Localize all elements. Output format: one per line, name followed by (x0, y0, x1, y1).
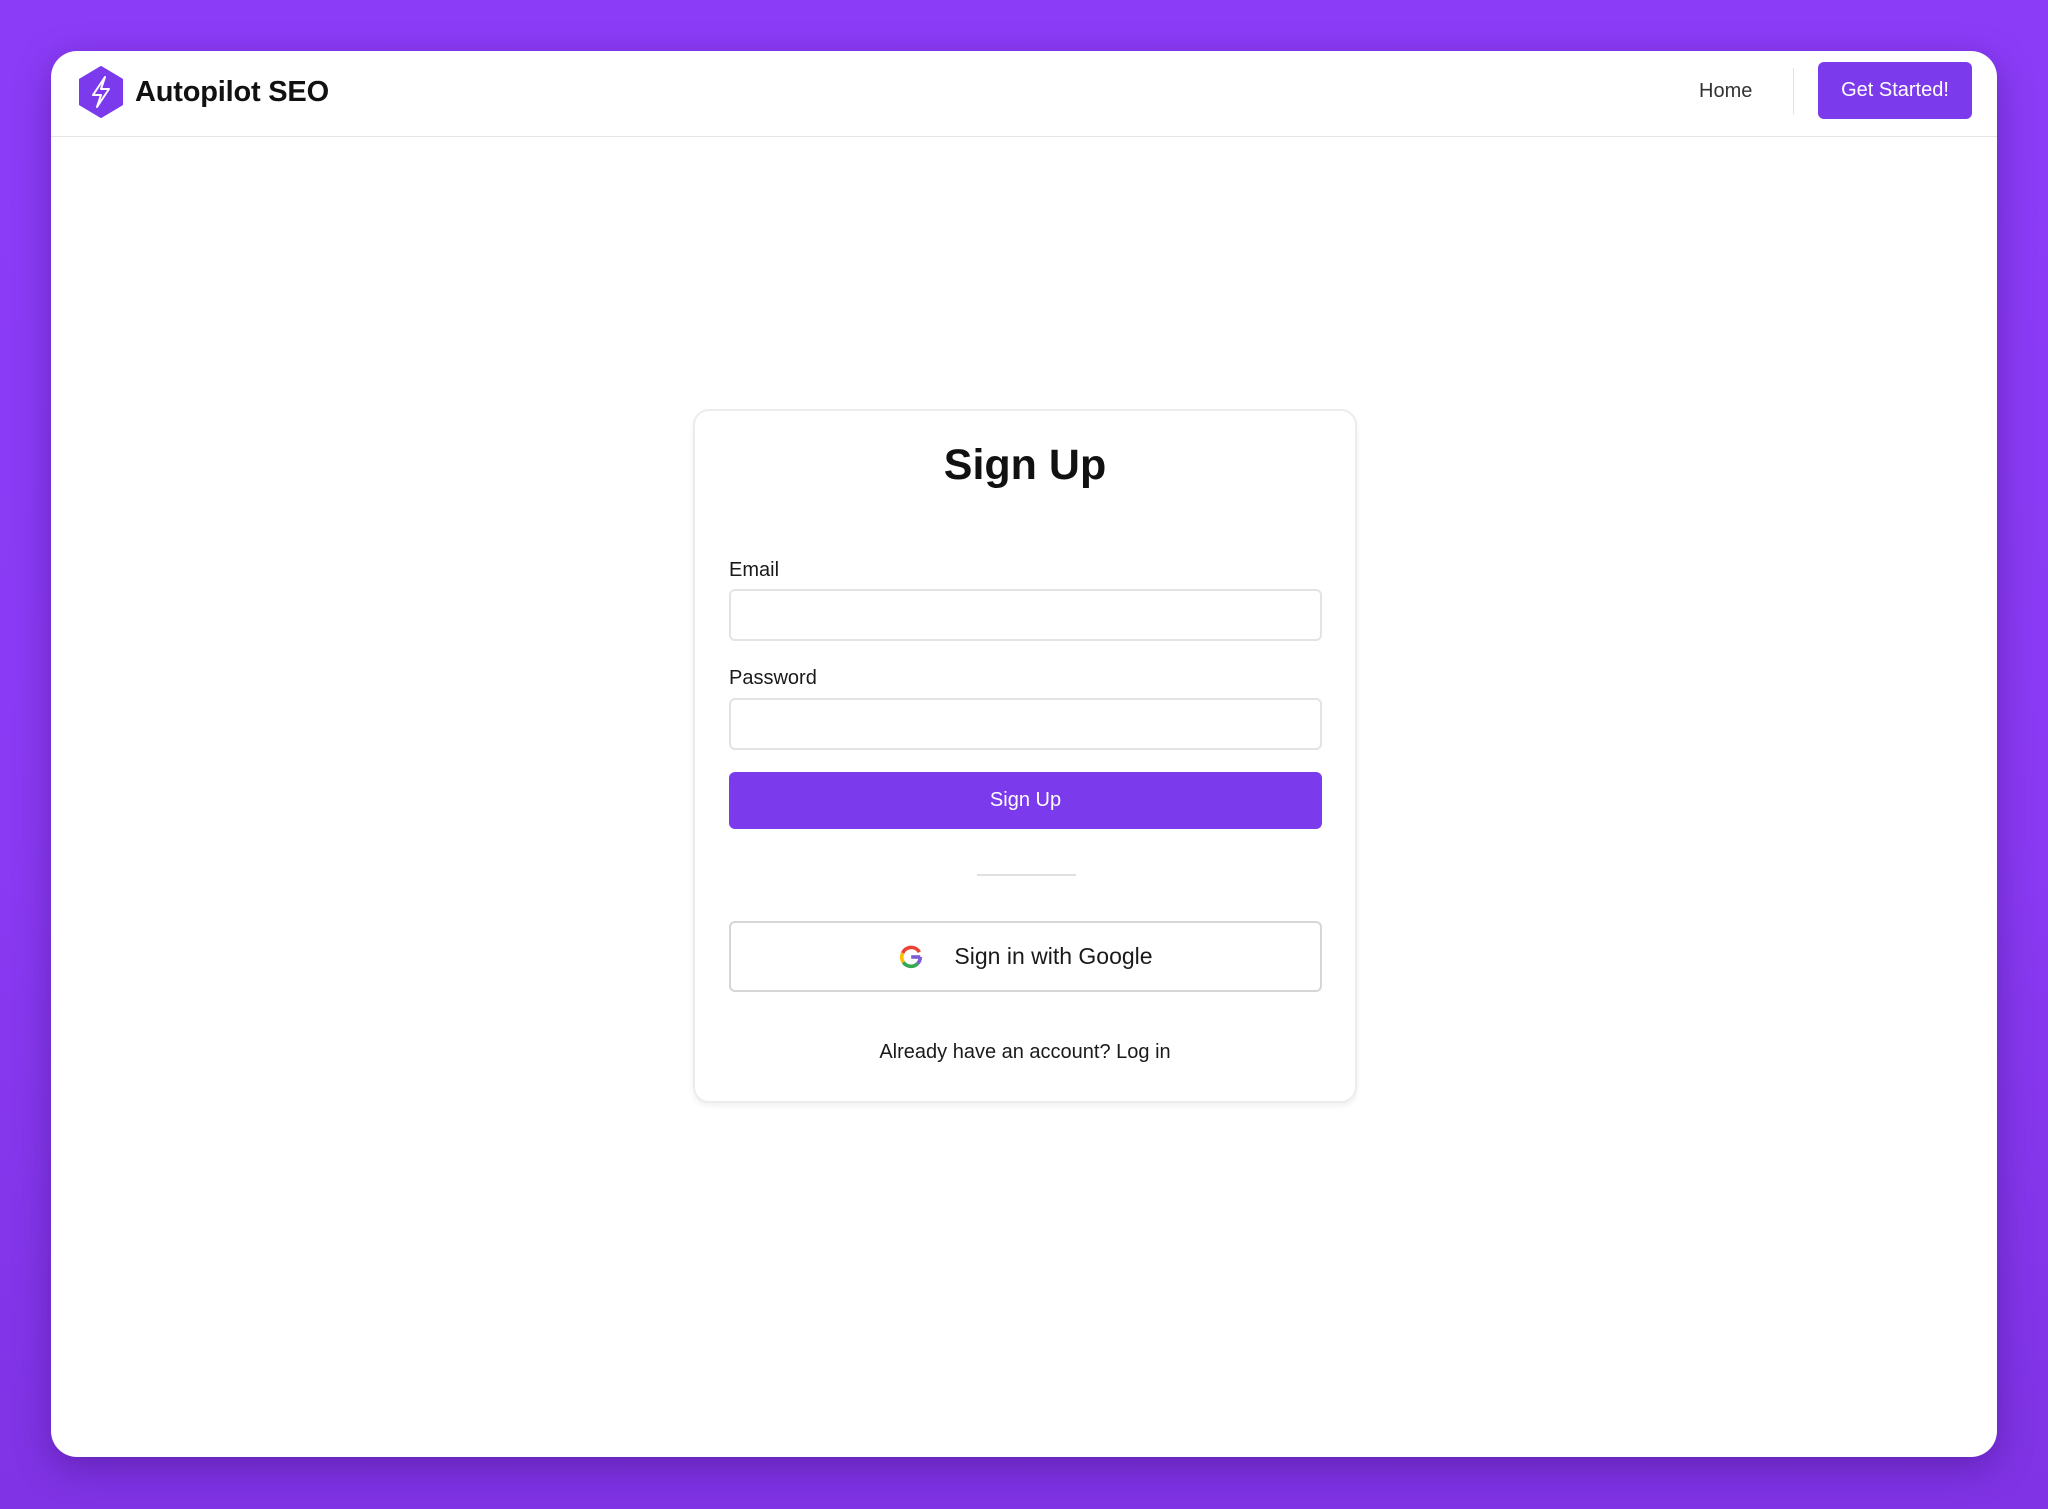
brand-name: Autopilot SEO (135, 75, 329, 108)
email-field[interactable] (729, 589, 1322, 641)
google-sign-in-label: Sign in with Google (954, 943, 1153, 969)
password-field[interactable] (729, 698, 1322, 750)
login-prompt-text: Already have an account? (879, 1041, 1111, 1063)
login-prompt: Already have an account? Log in (695, 1041, 1355, 1064)
sign-up-button[interactable]: Sign Up (729, 772, 1322, 829)
page-title: Sign Up (943, 441, 1107, 489)
google-sign-in-button[interactable]: Sign in with Google (729, 921, 1322, 992)
get-started-button[interactable]: Get Started! (1818, 62, 1972, 119)
app-window: Autopilot SEO Home Get Started! Sign Up … (51, 51, 1997, 1457)
brand[interactable]: Autopilot SEO (77, 66, 329, 118)
log-in-link[interactable]: Log in (1116, 1041, 1171, 1063)
password-label: Password (729, 667, 817, 689)
separator (977, 874, 1076, 876)
nav-home-link[interactable]: Home (1699, 80, 1752, 103)
signup-card: Sign Up Email Password Sign Up Sign in w… (693, 409, 1357, 1103)
google-g-icon (900, 945, 923, 968)
top-navbar: Autopilot SEO Home Get Started! (51, 51, 1997, 137)
hexagon-lightning-icon (79, 66, 123, 118)
email-label: Email (729, 559, 780, 581)
nav-divider (1793, 68, 1794, 114)
